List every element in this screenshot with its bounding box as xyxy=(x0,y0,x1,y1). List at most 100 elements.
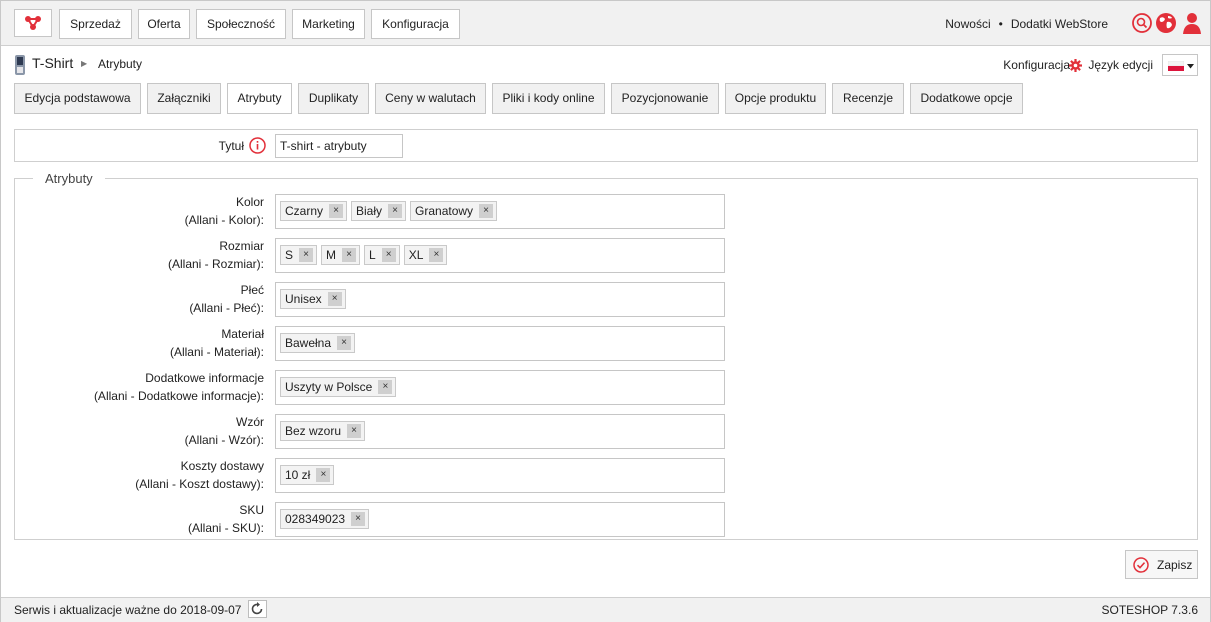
remove-tag-icon[interactable]: × xyxy=(347,424,362,438)
attribute-row: Płeć (Allani - Płeć): Unisex × xyxy=(15,281,1197,317)
tab-atrybuty[interactable]: Atrybuty xyxy=(227,83,292,114)
configuration-link[interactable]: Konfiguracja xyxy=(1003,58,1070,72)
attribute-tag: Czarny × xyxy=(280,201,348,221)
attribute-tag-label: 10 zł xyxy=(285,468,311,482)
attribute-tag: Granatowy × xyxy=(410,201,498,221)
attribute-row: SKU (Allani - SKU): 028349023 × xyxy=(15,501,1197,537)
info-icon[interactable] xyxy=(249,137,266,154)
attribute-tag: 028349023 × xyxy=(280,509,370,529)
remove-tag-icon[interactable]: × xyxy=(388,204,403,218)
tab-dodatkowe-opcje[interactable]: Dodatkowe opcje xyxy=(910,83,1023,114)
attribute-name: Płeć xyxy=(240,283,264,297)
soteshop-logo-icon xyxy=(25,16,41,30)
attribute-tag-input[interactable]: Bez wzoru × xyxy=(275,414,725,449)
attribute-row: Koszty dostawy (Allani - Koszt dostawy): 1… xyxy=(15,457,1197,493)
globe-icon[interactable] xyxy=(1155,12,1177,34)
attribute-tag-input[interactable]: Czarny × Biały × Granatowy × xyxy=(275,194,725,229)
attribute-label: Dodatkowe informacje (Allani - Dodatkowe … xyxy=(94,369,264,405)
remove-tag-icon[interactable]: × xyxy=(316,468,331,482)
language-select[interactable] xyxy=(1162,54,1198,76)
attributes-legend: Atrybuty xyxy=(33,171,105,186)
nav-button-spolecznosc[interactable]: Społeczność xyxy=(196,9,286,39)
flag-poland-icon xyxy=(1168,61,1184,71)
remove-tag-icon[interactable]: × xyxy=(429,248,444,262)
top-links: Nowości • Dodatki WebStore xyxy=(945,17,1108,31)
attribute-tag-input[interactable]: 10 zł × xyxy=(275,458,725,493)
nav-button-konfiguracja[interactable]: Konfiguracja xyxy=(371,9,460,39)
remove-tag-icon[interactable]: × xyxy=(378,380,393,394)
remove-tag-icon[interactable]: × xyxy=(299,248,314,262)
attribute-label: SKU (Allani - SKU): xyxy=(188,501,264,537)
gear-icon[interactable] xyxy=(1069,59,1082,72)
breadcrumb-product[interactable]: T-Shirt xyxy=(32,55,73,71)
breadcrumb-separator: ▶ xyxy=(81,59,88,68)
refresh-button[interactable] xyxy=(248,600,267,618)
tab-zalaczniki[interactable]: Załączniki xyxy=(147,83,221,114)
attribute-label: Wzór (Allani - Wzór): xyxy=(185,413,264,449)
attribute-mapping: (Allani - SKU): xyxy=(187,521,264,535)
user-icon[interactable] xyxy=(1181,12,1203,34)
tab-ceny-w-walutach[interactable]: Ceny w walutach xyxy=(375,83,486,114)
remove-tag-icon[interactable]: × xyxy=(327,292,342,306)
tab-pliki-i-kody-online[interactable]: Pliki i kody online xyxy=(492,83,605,114)
attribute-mapping: (Allani - Rozmiar): xyxy=(167,257,264,271)
attribute-tag: 10 zł × xyxy=(280,465,335,485)
remove-tag-icon[interactable]: × xyxy=(337,336,352,350)
remove-tag-icon[interactable]: × xyxy=(329,204,344,218)
attribute-tag-input[interactable]: S × M × L × XL × xyxy=(275,238,725,273)
title-section: Tytuł T-shirt - atrybuty xyxy=(14,129,1198,162)
remove-tag-icon[interactable]: × xyxy=(381,248,396,262)
save-button-label: Zapisz xyxy=(1157,558,1193,572)
tab-recenzje[interactable]: Recenzje xyxy=(832,83,904,114)
edit-language-label: Język edycji xyxy=(1088,58,1153,72)
tab-duplikaty[interactable]: Duplikaty xyxy=(298,83,369,114)
logo-button[interactable] xyxy=(14,9,52,37)
attribute-tag: S × xyxy=(280,245,318,265)
nav-button-marketing[interactable]: Marketing xyxy=(292,9,365,39)
top-navigation-bar: Sprzedaż Oferta Społeczność Marketing Ko… xyxy=(1,1,1210,46)
attribute-tag: Uszyty w Polsce × xyxy=(280,377,397,397)
attribute-tag-label: M xyxy=(326,248,337,262)
attribute-mapping: (Allani - Koszt dostawy): xyxy=(135,477,264,491)
attribute-tag-label: Czarny xyxy=(285,204,324,218)
attribute-name: SKU xyxy=(239,503,264,517)
attribute-mapping: (Allani - Kolor): xyxy=(184,213,264,227)
title-label: Tytuł xyxy=(218,139,244,153)
news-link[interactable]: Nowości xyxy=(945,17,990,31)
attribute-tag: Bawełna × xyxy=(280,333,356,353)
search-icon[interactable] xyxy=(1131,12,1153,34)
tab-opcje-produktu[interactable]: Opcje produktu xyxy=(725,83,826,114)
attribute-row: Kolor (Allani - Kolor): Czarny × Biały × Grana… xyxy=(15,193,1197,229)
nav-button-oferta[interactable]: Oferta xyxy=(138,9,190,39)
save-button[interactable]: Zapisz xyxy=(1125,550,1198,579)
remove-tag-icon[interactable]: × xyxy=(479,204,494,218)
attribute-mapping: (Allani - Materiał): xyxy=(169,345,264,359)
attribute-name: Dodatkowe informacje xyxy=(145,371,264,385)
attribute-name: Kolor xyxy=(235,195,264,209)
chevron-down-icon xyxy=(1187,64,1194,69)
attribute-tag-input[interactable]: Bawełna × xyxy=(275,326,725,361)
tab-edycja-podstawowa[interactable]: Edycja podstawowa xyxy=(14,83,141,114)
footer: Serwis i aktualizacje ważne do 2018-09-0… xyxy=(1,597,1210,622)
attribute-tag: XL × xyxy=(403,245,448,265)
attribute-tag-label: Bez wzoru xyxy=(285,424,342,438)
attribute-label: Kolor (Allani - Kolor): xyxy=(185,193,264,229)
attribute-tag-label: Uszyty w Polsce xyxy=(285,380,373,394)
attribute-tag-input[interactable]: Unisex × xyxy=(275,282,725,317)
attribute-name: Wzór xyxy=(236,415,264,429)
webstore-addons-link[interactable]: Dodatki WebStore xyxy=(1011,17,1108,31)
attribute-tag-label: Biały xyxy=(356,204,383,218)
nav-button-sprzedaz[interactable]: Sprzedaż xyxy=(59,9,132,39)
attribute-tag-input[interactable]: 028349023 × xyxy=(275,502,725,537)
attributes-fieldset: Atrybuty Kolor (Allani - Kolor): Czarny × Bi… xyxy=(14,171,1198,540)
attribute-tag-input[interactable]: Uszyty w Polsce × xyxy=(275,370,725,405)
remove-tag-icon[interactable]: × xyxy=(351,512,366,526)
tab-pozycjonowanie[interactable]: Pozycjonowanie xyxy=(611,83,719,114)
attribute-tag-label: Granatowy xyxy=(415,204,474,218)
attribute-label: Materiał (Allani - Materiał): xyxy=(170,325,264,361)
title-input[interactable]: T-shirt - atrybuty xyxy=(275,134,403,158)
remove-tag-icon[interactable]: × xyxy=(342,248,357,262)
breadcrumb-current-page: Atrybuty xyxy=(98,57,143,71)
attribute-label: Koszty dostawy (Allani - Koszt dostawy): xyxy=(135,457,264,493)
attribute-tag-label: Unisex xyxy=(285,292,322,306)
